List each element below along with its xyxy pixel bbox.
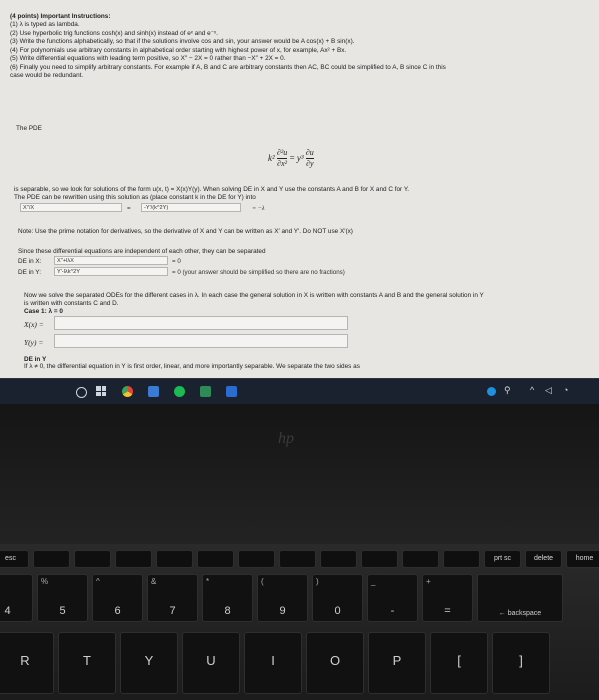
network-icon[interactable]	[487, 387, 496, 396]
hp-logo: hp	[278, 430, 294, 447]
lhs-denominator: ∂x²	[277, 159, 288, 168]
chrome-icon[interactable]	[122, 386, 133, 397]
instructions-heading: (4 points) Important Instructions:	[10, 13, 111, 20]
note-text: Note: Use the prime notation for derivat…	[18, 228, 353, 235]
function-key[interactable]: esc	[0, 550, 29, 568]
rhs-numerator: ∂u	[305, 148, 314, 159]
separation-left-field[interactable]: X''/X	[20, 203, 122, 212]
rule-1: (1) λ is typed as lambda.	[10, 21, 80, 28]
number-key[interactable]: & 7	[147, 574, 198, 622]
rewrite-text: The PDE can be rewritten using this solu…	[14, 194, 256, 201]
function-key[interactable]	[361, 550, 398, 568]
mail-icon[interactable]	[226, 386, 237, 397]
solve-text-1: Now we solve the separated ODEs for the …	[24, 292, 484, 299]
rule-3: (3) Write the functions alphabetically, …	[10, 38, 355, 45]
separation-lambda: = −λ	[252, 205, 265, 212]
y-solution-field[interactable]	[54, 334, 348, 348]
function-key[interactable]	[279, 550, 316, 568]
rule-6-cont: case would be redundant.	[10, 72, 84, 79]
laptop-keyboard: esc prt scdeletehome $4%5^6&7*8(9)0_-+=← …	[0, 544, 599, 700]
function-key[interactable]	[238, 550, 275, 568]
letter-key[interactable]: O	[306, 632, 364, 694]
equals-sign: =	[289, 152, 295, 163]
last-line-text: If λ ≠ 0, the differential equation in Y…	[24, 363, 360, 370]
number-key[interactable]: (9	[257, 574, 308, 622]
function-key[interactable]: home	[566, 550, 599, 568]
separation-equals: =	[127, 205, 131, 212]
task-view-icon[interactable]	[96, 386, 106, 396]
function-key[interactable]	[402, 550, 439, 568]
letter-key[interactable]: U	[182, 632, 240, 694]
de-y-field[interactable]: Y'-lλk^2Y	[54, 267, 168, 276]
number-key[interactable]: ← backspace	[477, 574, 563, 622]
de-x-label: DE in X:	[18, 258, 42, 265]
x-solution-field[interactable]	[54, 316, 348, 330]
laptop-bezel: hp	[0, 404, 599, 544]
rule-2: (2) Use hyperbolic trig functions cosh(x…	[10, 29, 218, 37]
number-key[interactable]: $4	[0, 574, 33, 622]
letter-key[interactable]: I	[244, 632, 302, 694]
de-x-rhs: = 0	[172, 258, 181, 265]
rule-5: (5) Write differential equations with le…	[10, 55, 286, 62]
pde-equation: k² ∂²u ∂x² = y³ ∂u ∂y	[268, 148, 314, 169]
de-y-rhs: = 0 (your answer should be simplified so…	[172, 269, 345, 276]
browser-page: (4 points) Important Instructions: (1) λ…	[0, 0, 599, 378]
windows-icon[interactable]	[76, 387, 87, 398]
number-key[interactable]: * 8	[202, 574, 253, 622]
function-key[interactable]: delete	[525, 550, 562, 568]
windows-taskbar: ⚲ ^ ◁ ◔	[0, 378, 599, 405]
letter-key[interactable]: R	[0, 632, 54, 694]
lhs-coefficient: k²	[268, 152, 275, 163]
rule-4: (4) For polynomials use arbitrary consta…	[10, 46, 347, 54]
number-key[interactable]: ) 0	[312, 574, 363, 622]
letter-key[interactable]: [	[430, 632, 488, 694]
solve-text-2: is written with constants C and D.	[24, 300, 119, 307]
x-solution-label: X(x) =	[24, 320, 44, 329]
rhs-denominator: ∂y	[306, 159, 314, 168]
rule-6: (6) Finally you need to simplify arbitra…	[10, 63, 446, 71]
function-key[interactable]	[443, 550, 480, 568]
de-y-label: DE in Y:	[18, 269, 41, 276]
separable-text: is separable, so we look for solutions o…	[14, 186, 410, 193]
letter-key[interactable]: T	[58, 632, 116, 694]
function-key[interactable]	[197, 550, 234, 568]
rhs-coefficient: y³	[296, 152, 304, 163]
number-key[interactable]: % 5	[37, 574, 88, 622]
function-key[interactable]	[320, 550, 357, 568]
independent-text: Since these differential equations are i…	[18, 248, 266, 255]
de-x-field[interactable]: X''+lλX	[54, 256, 168, 265]
number-key[interactable]: _ -	[367, 574, 418, 622]
spotify-icon[interactable]	[174, 386, 185, 397]
y-solution-label: Y(y) =	[24, 338, 44, 347]
function-key[interactable]	[33, 550, 70, 568]
pde-heading: The PDE	[16, 125, 42, 132]
chevron-up-icon[interactable]: ^	[530, 385, 534, 395]
function-key[interactable]	[74, 550, 111, 568]
letter-key[interactable]: ]	[492, 632, 550, 694]
separation-right-field[interactable]: -Y'/(k^2Y)	[141, 203, 241, 212]
function-key[interactable]	[115, 550, 152, 568]
photos-icon[interactable]	[148, 386, 159, 397]
function-key[interactable]	[156, 550, 193, 568]
people-icon[interactable]: ⚲	[504, 385, 511, 396]
letter-key[interactable]: P	[368, 632, 426, 694]
number-key[interactable]: + =	[422, 574, 473, 622]
letter-key[interactable]: Y	[120, 632, 178, 694]
lhs-numerator: ∂²u	[276, 148, 288, 159]
case-1-heading: Case 1: λ = 0	[24, 308, 63, 315]
volume-icon[interactable]: ◁	[545, 385, 552, 396]
files-icon[interactable]	[200, 386, 211, 397]
function-key[interactable]: prt sc	[484, 550, 521, 568]
number-key[interactable]: ^ 6	[92, 574, 143, 622]
wifi-icon[interactable]: ◔	[563, 385, 568, 395]
